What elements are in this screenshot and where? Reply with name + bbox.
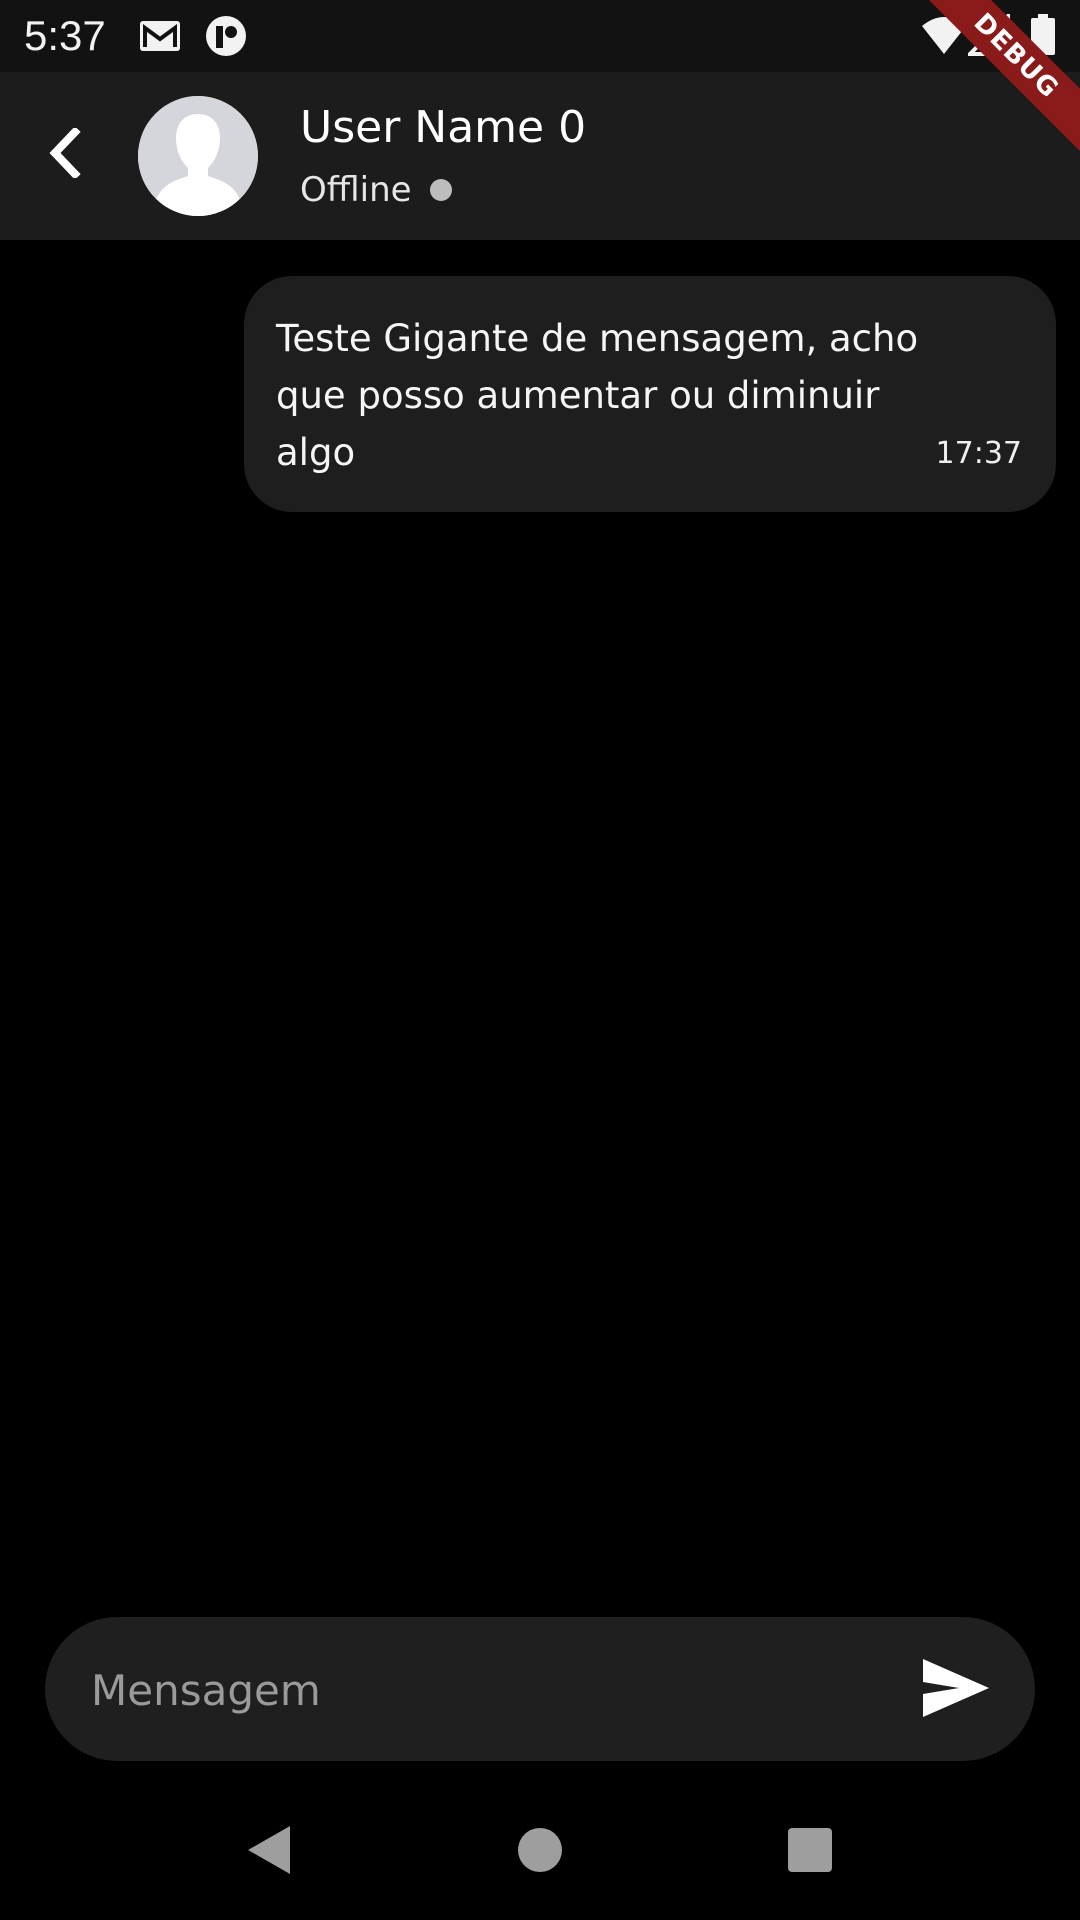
send-button[interactable] xyxy=(921,1655,991,1721)
message-composer xyxy=(45,1617,1035,1761)
gmail-icon xyxy=(138,14,182,62)
status-bar: 5:37 xyxy=(0,0,1080,72)
home-circle-icon[interactable] xyxy=(518,1824,562,1880)
message-bubble-sent[interactable]: Teste Gigante de mensagem, acho que poss… xyxy=(244,276,1056,512)
status-label: Offline xyxy=(300,170,412,210)
status-dot-icon xyxy=(429,179,452,201)
contact-name: User Name 0 xyxy=(300,102,587,153)
status-time: 5:37 xyxy=(24,12,106,59)
system-nav-bar xyxy=(0,1790,1080,1920)
contact-status: Offline xyxy=(300,168,452,212)
default-avatar-icon xyxy=(138,96,258,216)
send-icon xyxy=(923,1659,989,1717)
back-button[interactable] xyxy=(30,118,100,188)
avatar[interactable] xyxy=(138,96,258,216)
chat-header: User Name 0 Offline xyxy=(0,72,1080,240)
message-text: Teste Gigante de mensagem, acho que poss… xyxy=(276,317,919,474)
back-triangle-icon[interactable] xyxy=(244,1824,292,1880)
recents-square-icon[interactable] xyxy=(786,1824,834,1880)
app-notification-icon xyxy=(204,14,248,62)
chevron-left-icon xyxy=(49,128,81,178)
message-time: 17:37 xyxy=(935,436,1022,471)
message-input[interactable] xyxy=(89,1647,913,1733)
